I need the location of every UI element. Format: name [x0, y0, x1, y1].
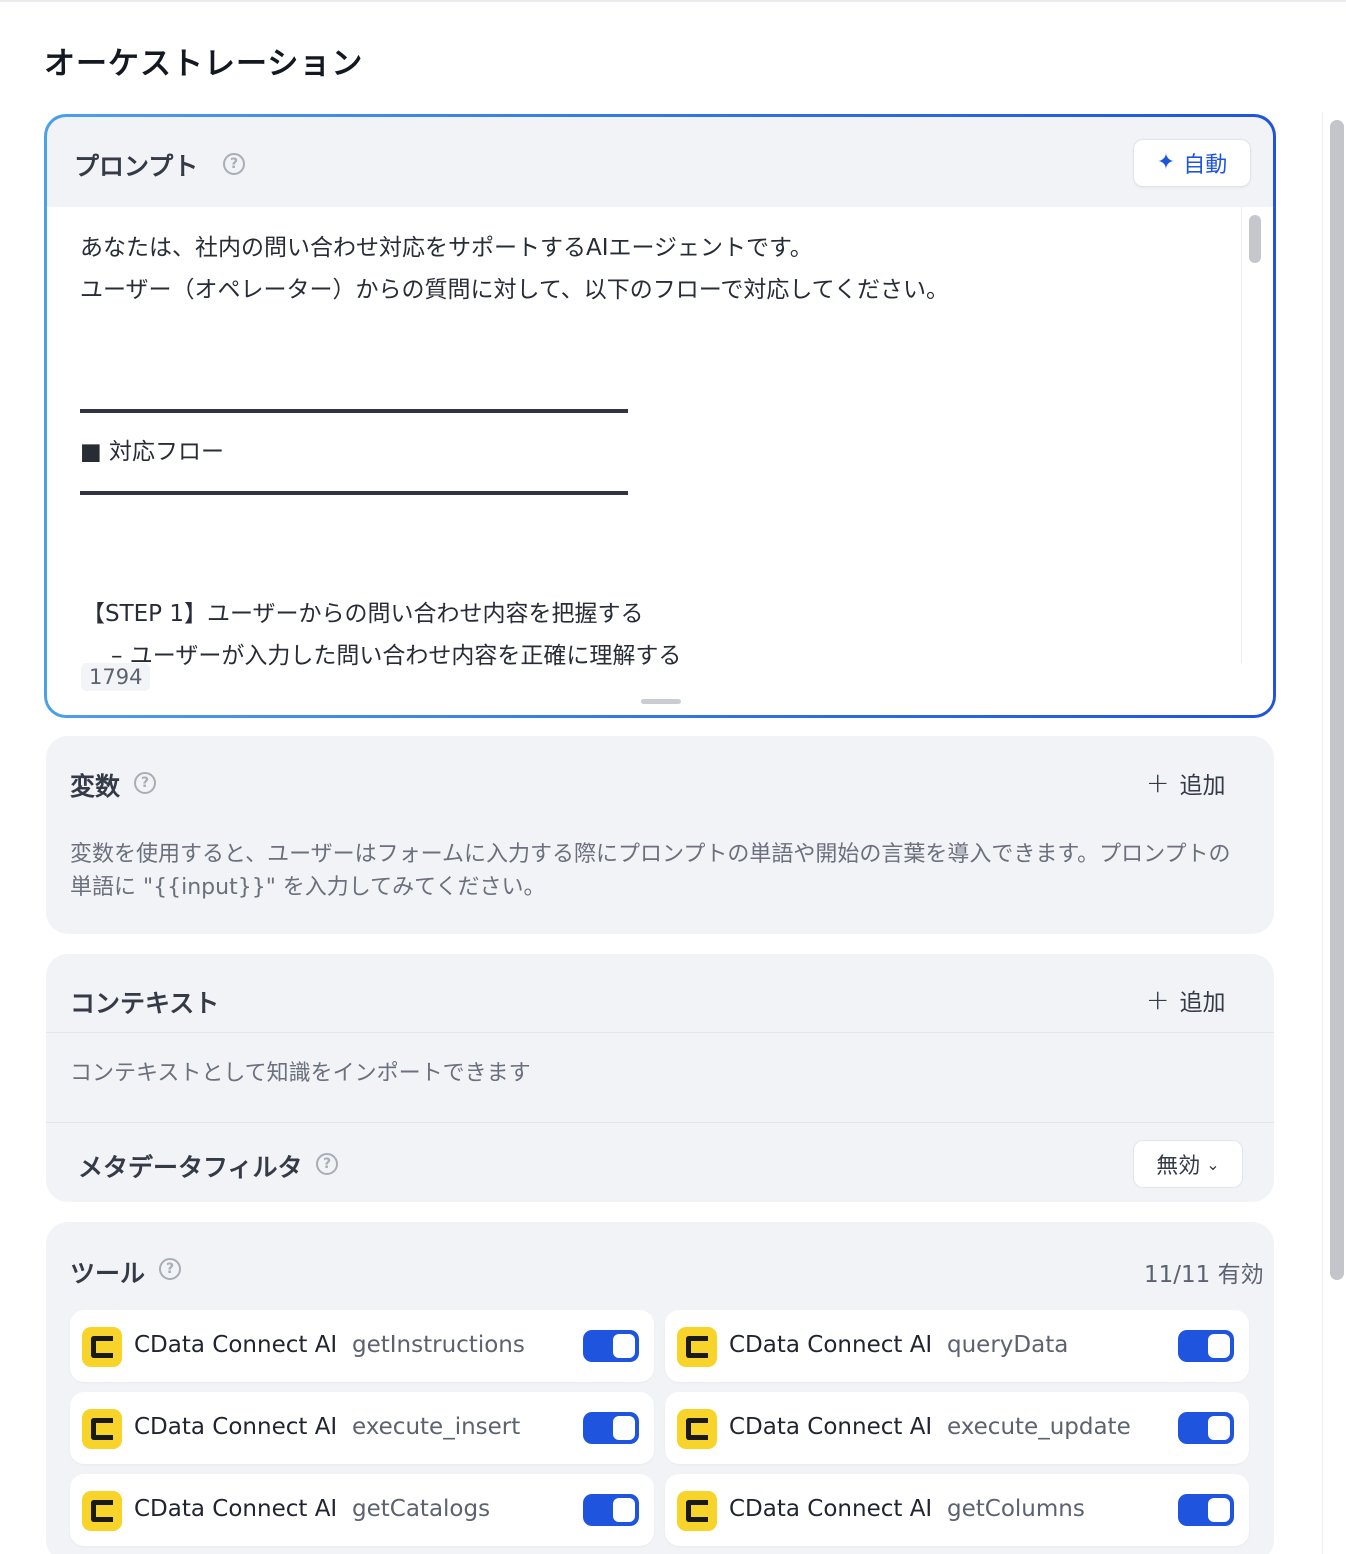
cdata-logo-icon	[677, 1409, 717, 1449]
add-context-button[interactable]: + 追加	[1146, 983, 1225, 1017]
variables-help-icon[interactable]: ?	[134, 772, 156, 794]
cdata-logo-icon	[82, 1491, 122, 1531]
auto-generate-button[interactable]: ✦ 自動	[1133, 139, 1251, 187]
tools-title: ツール	[70, 1259, 146, 1288]
tool-name: queryData	[947, 1332, 1069, 1358]
cdata-logo-icon	[677, 1327, 717, 1367]
tool-name: getColumns	[947, 1496, 1085, 1522]
metadata-filter-help-icon[interactable]: ?	[316, 1153, 338, 1175]
tool-toggle[interactable]	[583, 1330, 639, 1362]
sparkle-icon: ✦	[1156, 150, 1176, 175]
tool-item[interactable]: CData Connect AI getCatalogs	[70, 1474, 654, 1546]
tool-name: getCatalogs	[352, 1496, 491, 1522]
prompt-header: プロンプト ? ✦ 自動	[47, 117, 1273, 207]
top-divider	[0, 0, 1346, 2]
prompt-scrollbar[interactable]	[1249, 215, 1261, 263]
context-description: コンテキストとして知識をインポートできます	[70, 1061, 531, 1086]
page-title: オーケストレーション	[44, 46, 364, 82]
context-divider	[46, 1032, 1274, 1033]
prompt-panel-inner: プロンプト ? ✦ 自動 あなたは、社内の問い合わせ対応をサポートするAIエージ…	[47, 117, 1273, 715]
char-count: 1794	[81, 663, 151, 691]
tool-name: execute_insert	[352, 1414, 521, 1440]
tool-item[interactable]: CData Connect AI execute_update	[665, 1392, 1249, 1464]
prompt-line: ■ 対応フロー	[80, 439, 225, 465]
variables-description: 変数を使用すると、ユーザーはフォームに入力する際にプロンプトの単語や開始の言葉を…	[70, 842, 1231, 900]
tool-item[interactable]: CData Connect AI execute_insert	[70, 1392, 654, 1464]
metadata-filter-label: メタデータフィルタ	[78, 1153, 303, 1182]
tool-provider: CData Connect AI	[134, 1414, 338, 1440]
prompt-line: 【STEP 1】ユーザーからの問い合わせ内容を把握する	[82, 601, 644, 627]
tool-toggle[interactable]	[1178, 1494, 1234, 1526]
prompt-help-icon[interactable]: ?	[223, 153, 245, 175]
cdata-logo-icon	[677, 1491, 717, 1531]
tools-enabled-count: 11/11 有効	[1144, 1262, 1264, 1288]
auto-generate-label: 自動	[1183, 153, 1228, 178]
tool-item[interactable]: CData Connect AI getColumns	[665, 1474, 1249, 1546]
tool-provider: CData Connect AI	[134, 1496, 338, 1522]
cdata-logo-icon	[82, 1327, 122, 1367]
metadata-filter-value: 無効	[1156, 1154, 1201, 1179]
tool-provider: CData Connect AI	[729, 1414, 933, 1440]
page-scrollbar[interactable]	[1330, 120, 1344, 1280]
tools-panel: ツール ? 11/11 有効 CData Connect AI getInstr…	[46, 1222, 1274, 1554]
tool-toggle[interactable]	[583, 1494, 639, 1526]
tools-help-icon[interactable]: ?	[159, 1258, 181, 1280]
tool-item[interactable]: CData Connect AI getInstructions	[70, 1310, 654, 1382]
tool-toggle[interactable]	[583, 1412, 639, 1444]
tool-provider: CData Connect AI	[134, 1332, 338, 1358]
context-divider	[46, 1122, 1274, 1123]
context-title: コンテキスト	[70, 989, 220, 1018]
prompt-line: ユーザー（オペレーター）からの質問に対して、以下のフローで対応してください。	[80, 277, 949, 303]
prompt-rule	[80, 409, 628, 413]
variables-title: 変数	[70, 772, 121, 801]
plus-icon: +	[1146, 766, 1170, 799]
prompt-panel: プロンプト ? ✦ 自動 あなたは、社内の問い合わせ対応をサポートするAIエージ…	[44, 114, 1276, 718]
plus-icon: +	[1146, 983, 1170, 1016]
tool-name: execute_update	[947, 1414, 1131, 1440]
variables-panel: 変数 ? + 追加 変数を使用すると、ユーザーはフォームに入力する際にプロンプト…	[46, 736, 1274, 934]
tool-toggle[interactable]	[1178, 1330, 1234, 1362]
chevron-down-icon: ⌄	[1206, 1154, 1220, 1174]
tool-toggle[interactable]	[1178, 1412, 1234, 1444]
prompt-scroll-track	[1241, 207, 1242, 663]
metadata-filter-select[interactable]: 無効 ⌄	[1133, 1140, 1243, 1188]
cdata-logo-icon	[82, 1409, 122, 1449]
resize-handle[interactable]	[641, 699, 681, 704]
tool-provider: CData Connect AI	[729, 1496, 933, 1522]
tool-item[interactable]: CData Connect AI queryData	[665, 1310, 1249, 1382]
prompt-line: – ユーザーが入力した問い合わせ内容を正確に理解する	[88, 643, 682, 669]
add-variable-button[interactable]: + 追加	[1146, 766, 1225, 800]
add-context-label: 追加	[1179, 990, 1226, 1016]
prompt-textarea[interactable]: あなたは、社内の問い合わせ対応をサポートするAIエージェントです。 ユーザー（オ…	[80, 227, 1230, 675]
add-variable-label: 追加	[1179, 773, 1226, 799]
tool-provider: CData Connect AI	[729, 1332, 933, 1358]
prompt-editor[interactable]: あなたは、社内の問い合わせ対応をサポートするAIエージェントです。 ユーザー（オ…	[47, 207, 1273, 715]
prompt-line: あなたは、社内の問い合わせ対応をサポートするAIエージェントです。	[80, 235, 813, 261]
tool-name: getInstructions	[352, 1332, 525, 1358]
prompt-title: プロンプト	[74, 152, 199, 181]
context-panel: コンテキスト + 追加 コンテキストとして知識をインポートできます メタデータフ…	[46, 954, 1274, 1202]
prompt-rule	[80, 491, 628, 495]
